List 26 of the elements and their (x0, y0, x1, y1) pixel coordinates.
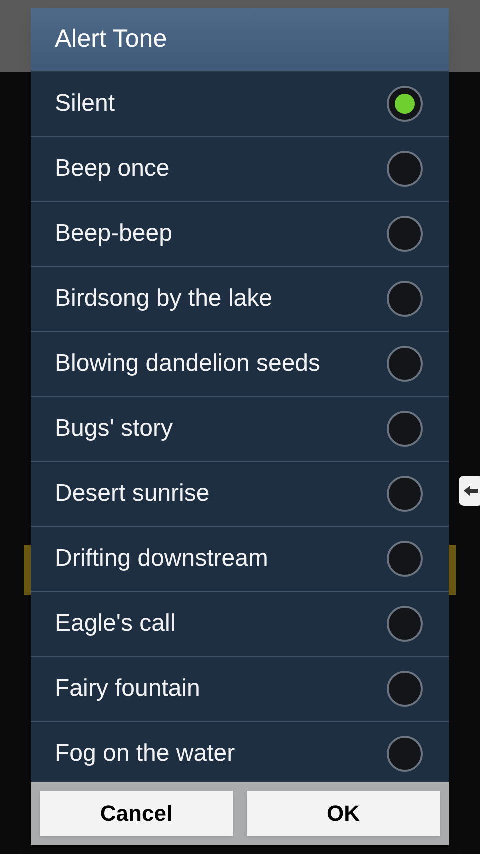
radio-button[interactable] (387, 606, 423, 642)
tone-option[interactable]: Fog on the water (31, 722, 449, 782)
tone-option[interactable]: Silent (31, 72, 449, 137)
radio-button[interactable] (387, 151, 423, 187)
tone-option[interactable]: Bugs' story (31, 397, 449, 462)
tone-option[interactable]: Eagle's call (31, 592, 449, 657)
dialog-button[interactable]: OK (247, 791, 440, 836)
tone-option[interactable]: Desert sunrise (31, 462, 449, 527)
dialog-title: Alert Tone (55, 24, 168, 55)
radio-button[interactable] (387, 736, 423, 772)
tone-option[interactable]: Blowing dandelion seeds (31, 332, 449, 397)
back-arrow-icon[interactable] (459, 476, 480, 506)
tone-option[interactable]: Birdsong by the lake (31, 267, 449, 332)
tone-option[interactable]: Beep once (31, 137, 449, 202)
radio-button[interactable] (387, 411, 423, 447)
radio-button[interactable] (387, 346, 423, 382)
radio-button[interactable] (387, 86, 423, 122)
dialog-button[interactable]: Cancel (40, 791, 233, 836)
radio-button[interactable] (387, 671, 423, 707)
tone-option[interactable]: Beep-beep (31, 202, 449, 267)
radio-button[interactable] (387, 541, 423, 577)
radio-button[interactable] (387, 281, 423, 317)
radio-button[interactable] (387, 476, 423, 512)
tone-option[interactable]: Drifting downstream (31, 527, 449, 592)
tone-option[interactable]: Fairy fountain (31, 657, 449, 722)
radio-button[interactable] (387, 216, 423, 252)
